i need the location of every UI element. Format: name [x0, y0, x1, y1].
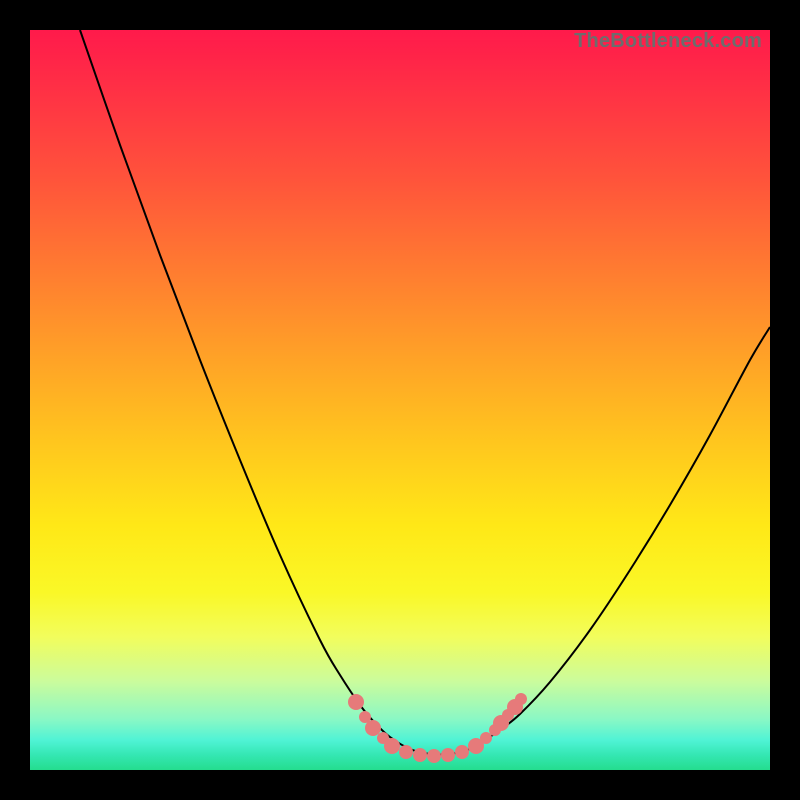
- marker-dot: [399, 745, 413, 759]
- marker-dot: [427, 749, 441, 763]
- marker-dot: [515, 693, 527, 705]
- marker-dot: [480, 732, 492, 744]
- marker-dot: [413, 748, 427, 762]
- chart-panel: TheBottleneck.com: [30, 30, 770, 770]
- chart-svg: [30, 30, 770, 770]
- highlight-markers: [348, 693, 527, 763]
- marker-dot: [384, 738, 400, 754]
- marker-dot: [365, 720, 381, 736]
- marker-dot: [441, 748, 455, 762]
- marker-dot: [348, 694, 364, 710]
- bottleneck-curve: [80, 30, 770, 755]
- marker-dot: [455, 745, 469, 759]
